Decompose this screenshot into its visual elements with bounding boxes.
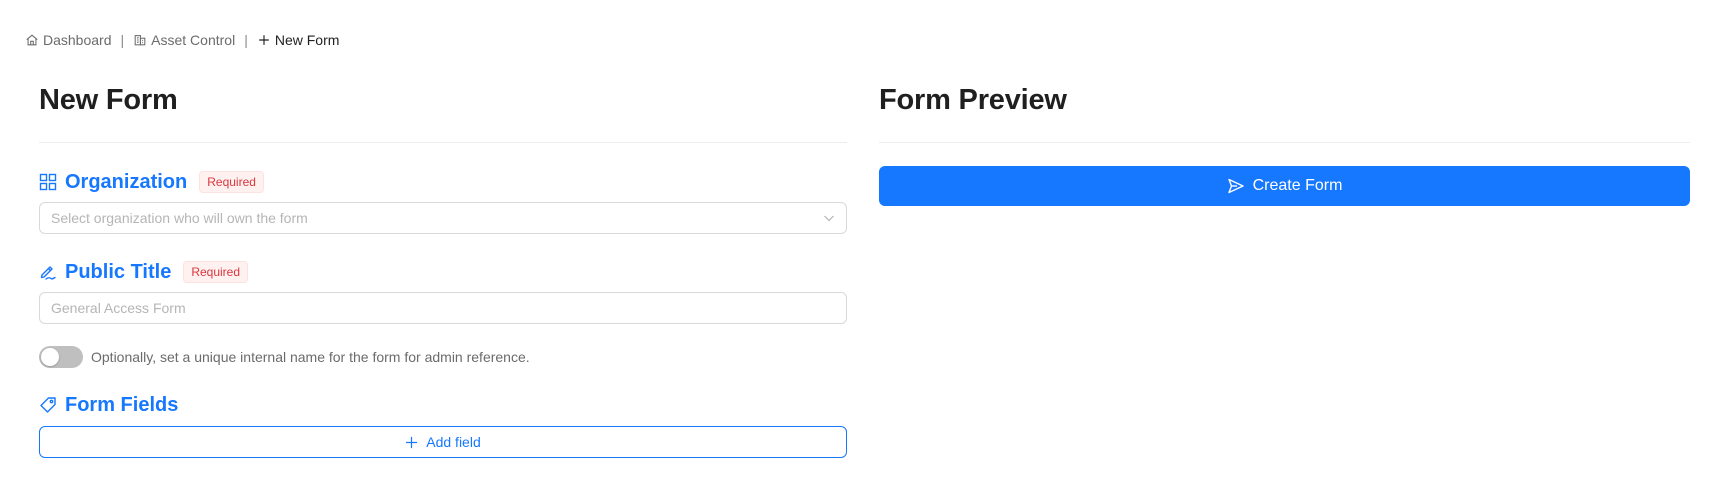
breadcrumb-dashboard-label: Dashboard: [43, 32, 112, 48]
organization-required-badge: Required: [199, 171, 264, 193]
organization-select-placeholder: Select organization who will own the for…: [51, 210, 308, 226]
create-form-button[interactable]: Create Form: [879, 166, 1690, 206]
organization-section: Organization Required Select organizatio…: [39, 169, 847, 234]
public-title-input[interactable]: [51, 300, 835, 316]
home-icon: [26, 34, 38, 46]
add-field-label: Add field: [426, 434, 481, 450]
public-title-heading: Public Title Required: [39, 259, 847, 285]
grid-icon: [39, 173, 57, 191]
breadcrumb-asset-control[interactable]: Asset Control: [133, 32, 235, 48]
form-preview-panel: Form Preview Create Form: [879, 80, 1690, 206]
chevron-down-icon: [823, 212, 835, 224]
organization-label: Organization: [65, 170, 188, 193]
public-title-label: Public Title: [65, 260, 172, 283]
title-divider: [39, 142, 847, 143]
form-fields-heading: Form Fields: [39, 392, 847, 418]
breadcrumb: Dashboard | Asset Control | New Form: [25, 31, 339, 49]
breadcrumb-new-form-label: New Form: [274, 32, 340, 48]
organization-select[interactable]: Select organization who will own the for…: [39, 202, 847, 234]
building-icon: [134, 35, 146, 46]
signature-icon: [39, 263, 57, 281]
new-form-panel: New Form Organization Required Select or…: [39, 80, 847, 458]
public-title-field[interactable]: [39, 292, 847, 324]
organization-heading: Organization Required: [39, 169, 847, 195]
form-fields-section: Form Fields Add field: [39, 392, 847, 458]
internal-name-switch[interactable]: [39, 346, 83, 368]
internal-name-toggle-row: Optionally, set a unique internal name f…: [39, 346, 847, 368]
create-form-label: Create Form: [1252, 177, 1343, 194]
breadcrumb-new-form: New Form: [257, 32, 340, 48]
switch-knob: [41, 348, 59, 366]
page-title: New Form: [39, 84, 178, 116]
breadcrumb-asset-control-label: Asset Control: [151, 32, 236, 48]
breadcrumb-separator: |: [120, 32, 125, 48]
preview-title: Form Preview: [879, 84, 1067, 116]
plus-icon: [406, 436, 418, 448]
breadcrumb-dashboard[interactable]: Dashboard: [25, 32, 112, 48]
public-title-required-badge: Required: [183, 261, 249, 283]
plus-icon: [259, 35, 269, 45]
page: Dashboard | Asset Control | New Form New…: [0, 0, 1717, 504]
form-fields-label: Form Fields: [65, 393, 179, 416]
preview-divider: [879, 142, 1690, 143]
breadcrumb-separator: |: [244, 32, 248, 48]
add-field-button[interactable]: Add field: [39, 426, 847, 458]
tag-icon: [39, 396, 57, 414]
public-title-section: Public Title Required: [39, 259, 847, 324]
send-icon: [1227, 178, 1244, 194]
internal-name-toggle-label: Optionally, set a unique internal name f…: [91, 349, 530, 365]
